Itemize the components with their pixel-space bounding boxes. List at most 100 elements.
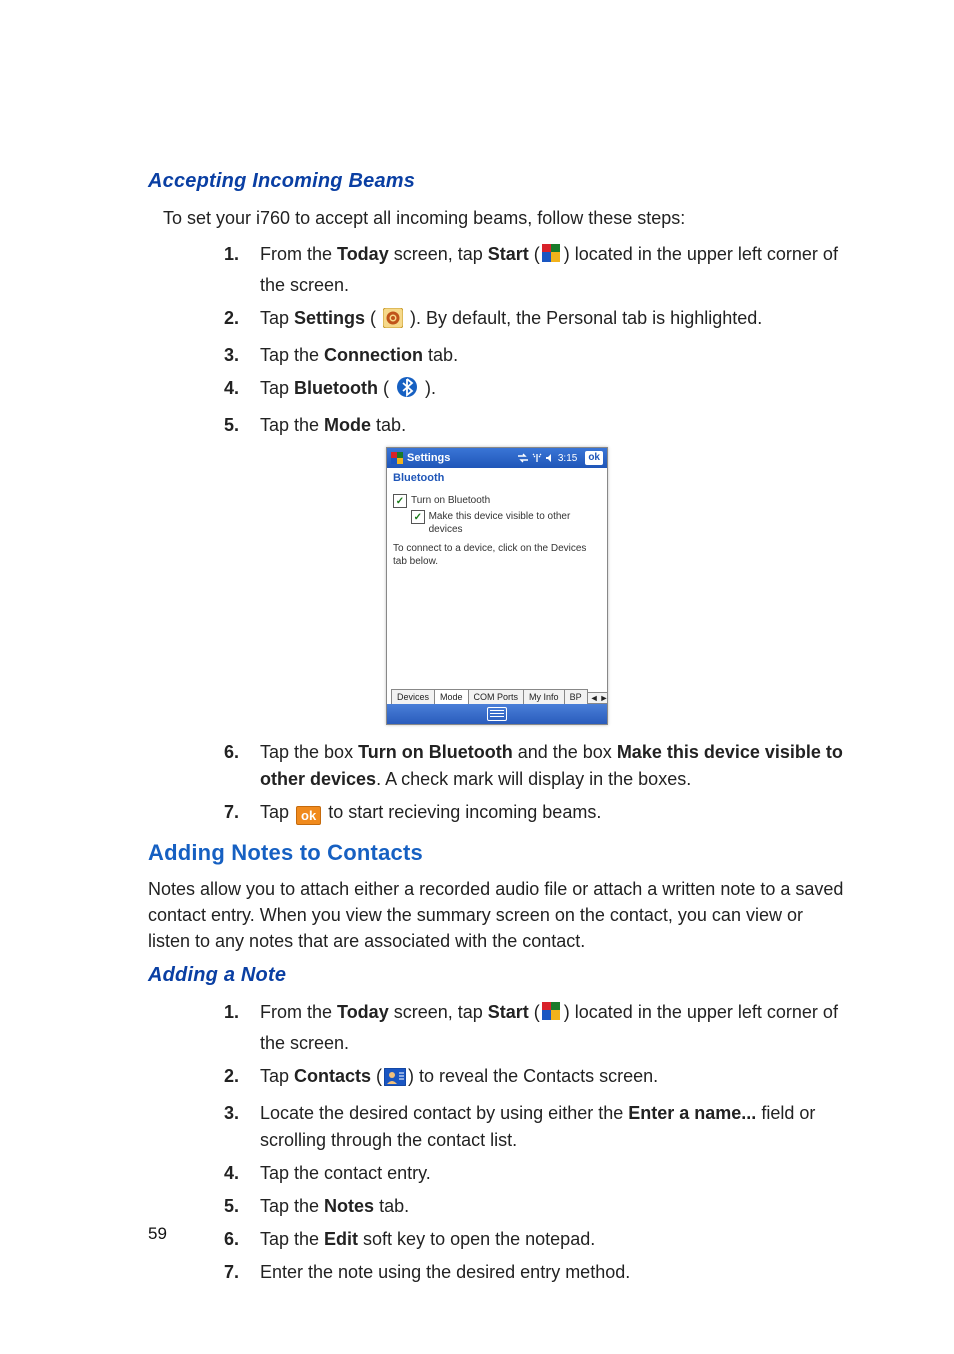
tab-my-info[interactable]: My Info xyxy=(523,689,565,704)
start-flag-icon xyxy=(391,452,403,464)
page-number: 59 xyxy=(148,1224,167,1244)
text: ( xyxy=(529,244,540,264)
bold: Today xyxy=(337,244,389,264)
tab-scroll-arrows[interactable]: ◄► xyxy=(587,692,608,704)
text: Tap xyxy=(260,378,294,398)
tab-devices[interactable]: Devices xyxy=(391,689,435,704)
text: ( xyxy=(371,1066,382,1086)
step-number: 6. xyxy=(224,739,239,766)
heading-adding-a-note: Adding a Note xyxy=(148,964,844,987)
heading-accepting-incoming-beams: Accepting Incoming Beams xyxy=(148,170,844,193)
step-number: 5. xyxy=(224,412,239,439)
text: ( xyxy=(365,308,381,328)
signal-icon xyxy=(532,453,542,463)
bold: Enter a name... xyxy=(628,1103,756,1123)
step-4: 4. Tap Bluetooth ( ). xyxy=(228,375,844,406)
step-number: 6. xyxy=(224,1226,239,1253)
chevron-left-icon[interactable]: ◄ xyxy=(590,693,599,703)
text: Locate the desired contact by using eith… xyxy=(260,1103,628,1123)
checkbox-label: Turn on Bluetooth xyxy=(411,494,490,507)
text: and the box xyxy=(513,742,617,762)
tab-mode[interactable]: Mode xyxy=(434,689,469,704)
tab-bp[interactable]: BP xyxy=(564,689,588,704)
checkbox-label: Make this device visible to other device… xyxy=(429,510,601,536)
chevron-right-icon[interactable]: ► xyxy=(600,693,609,703)
embedded-screenshot: Settings 3:15 ok Bluetooth ✓ Turn on Blu… xyxy=(386,447,606,725)
text: screen, tap xyxy=(389,1002,488,1022)
step-number: 2. xyxy=(224,305,239,332)
step-number: 3. xyxy=(224,1100,239,1127)
bold: Mode xyxy=(324,415,371,435)
step-2: 2. Tap Settings ( ). By default, the Per… xyxy=(228,305,844,336)
keyboard-icon[interactable] xyxy=(487,707,507,721)
tab-com-ports[interactable]: COM Ports xyxy=(468,689,525,704)
checkbox-row-2[interactable]: ✓ Make this device visible to other devi… xyxy=(411,510,601,536)
checkbox-row-1[interactable]: ✓ Turn on Bluetooth xyxy=(393,494,601,508)
screenshot-titlebar: Settings 3:15 ok xyxy=(387,448,607,468)
text: ). xyxy=(420,378,436,398)
checkbox-checked-icon[interactable]: ✓ xyxy=(411,510,425,524)
sync-icon xyxy=(517,453,529,463)
s3-step-5: 5. Tap the Notes tab. xyxy=(228,1193,844,1220)
steps-list-1: 1. From the Today screen, tap Start () l… xyxy=(228,241,844,439)
contacts-icon xyxy=(384,1067,406,1094)
text: screen, tap xyxy=(389,244,488,264)
text: ) to reveal the Contacts screen. xyxy=(408,1066,658,1086)
screenshot-body: ✓ Turn on Bluetooth ✓ Make this device v… xyxy=(387,494,607,568)
device-screenshot: Settings 3:15 ok Bluetooth ✓ Turn on Blu… xyxy=(386,447,608,725)
text: Tap the xyxy=(260,345,324,365)
text: From the xyxy=(260,1002,337,1022)
step-1: 1. From the Today screen, tap Start () l… xyxy=(228,241,844,299)
steps-list-2: 1. From the Today screen, tap Start () l… xyxy=(228,999,844,1286)
step-5: 5. Tap the Mode tab. xyxy=(228,412,844,439)
text: Tap xyxy=(260,308,294,328)
screenshot-bottombar xyxy=(387,704,607,724)
bold: Contacts xyxy=(294,1066,371,1086)
step-number: 3. xyxy=(224,342,239,369)
step-number: 4. xyxy=(224,375,239,402)
s3-step-4: 4. Tap the contact entry. xyxy=(228,1160,844,1187)
text: . A check mark will display in the boxes… xyxy=(376,769,691,789)
bluetooth-icon xyxy=(396,376,418,406)
screenshot-app-title: Settings xyxy=(407,452,450,464)
ok-button[interactable]: ok xyxy=(585,451,603,465)
bold: Start xyxy=(488,244,529,264)
text: Tap the xyxy=(260,1196,324,1216)
screenshot-section-label: Bluetooth xyxy=(387,468,607,494)
text: Tap the contact entry. xyxy=(260,1163,431,1183)
start-flag-icon xyxy=(542,1002,562,1030)
s3-step-6: 6. Tap the Edit soft key to open the not… xyxy=(228,1226,844,1253)
bold: Today xyxy=(337,1002,389,1022)
bold: Turn on Bluetooth xyxy=(358,742,513,762)
speaker-icon xyxy=(545,453,555,463)
text: tab. xyxy=(371,415,406,435)
text: to start recieving incoming beams. xyxy=(323,802,601,822)
s3-step-3: 3. Locate the desired contact by using e… xyxy=(228,1100,844,1154)
bold: Edit xyxy=(324,1229,358,1249)
bold: Connection xyxy=(324,345,423,365)
text: Tap the xyxy=(260,1229,324,1249)
checkbox-checked-icon[interactable]: ✓ xyxy=(393,494,407,508)
document-page: Accepting Incoming Beams To set your i76… xyxy=(0,0,954,1354)
text: soft key to open the notepad. xyxy=(358,1229,595,1249)
step-number: 7. xyxy=(224,799,239,826)
text: tab. xyxy=(374,1196,409,1216)
intro-paragraph: To set your i760 to accept all incoming … xyxy=(163,205,844,231)
s3-step-1: 1. From the Today screen, tap Start () l… xyxy=(228,999,844,1057)
step-number: 1. xyxy=(224,999,239,1026)
step-6: 6. Tap the box Turn on Bluetooth and the… xyxy=(228,739,844,793)
start-flag-icon xyxy=(542,244,562,272)
bold: Bluetooth xyxy=(294,378,378,398)
text: Tap xyxy=(260,802,294,822)
s3-step-7: 7. Enter the note using the desired entr… xyxy=(228,1259,844,1286)
text: Enter the note using the desired entry m… xyxy=(260,1262,630,1282)
screenshot-hint-text: To connect to a device, click on the Dev… xyxy=(393,542,601,568)
clock-time: 3:15 xyxy=(558,453,577,464)
ok-button-icon: ok xyxy=(296,806,321,825)
text: tab. xyxy=(423,345,458,365)
text: Tap xyxy=(260,1066,294,1086)
status-icons: 3:15 xyxy=(517,453,577,464)
text: From the xyxy=(260,244,337,264)
step-3: 3. Tap the Connection tab. xyxy=(228,342,844,369)
section2-paragraph: Notes allow you to attach either a recor… xyxy=(148,876,844,954)
